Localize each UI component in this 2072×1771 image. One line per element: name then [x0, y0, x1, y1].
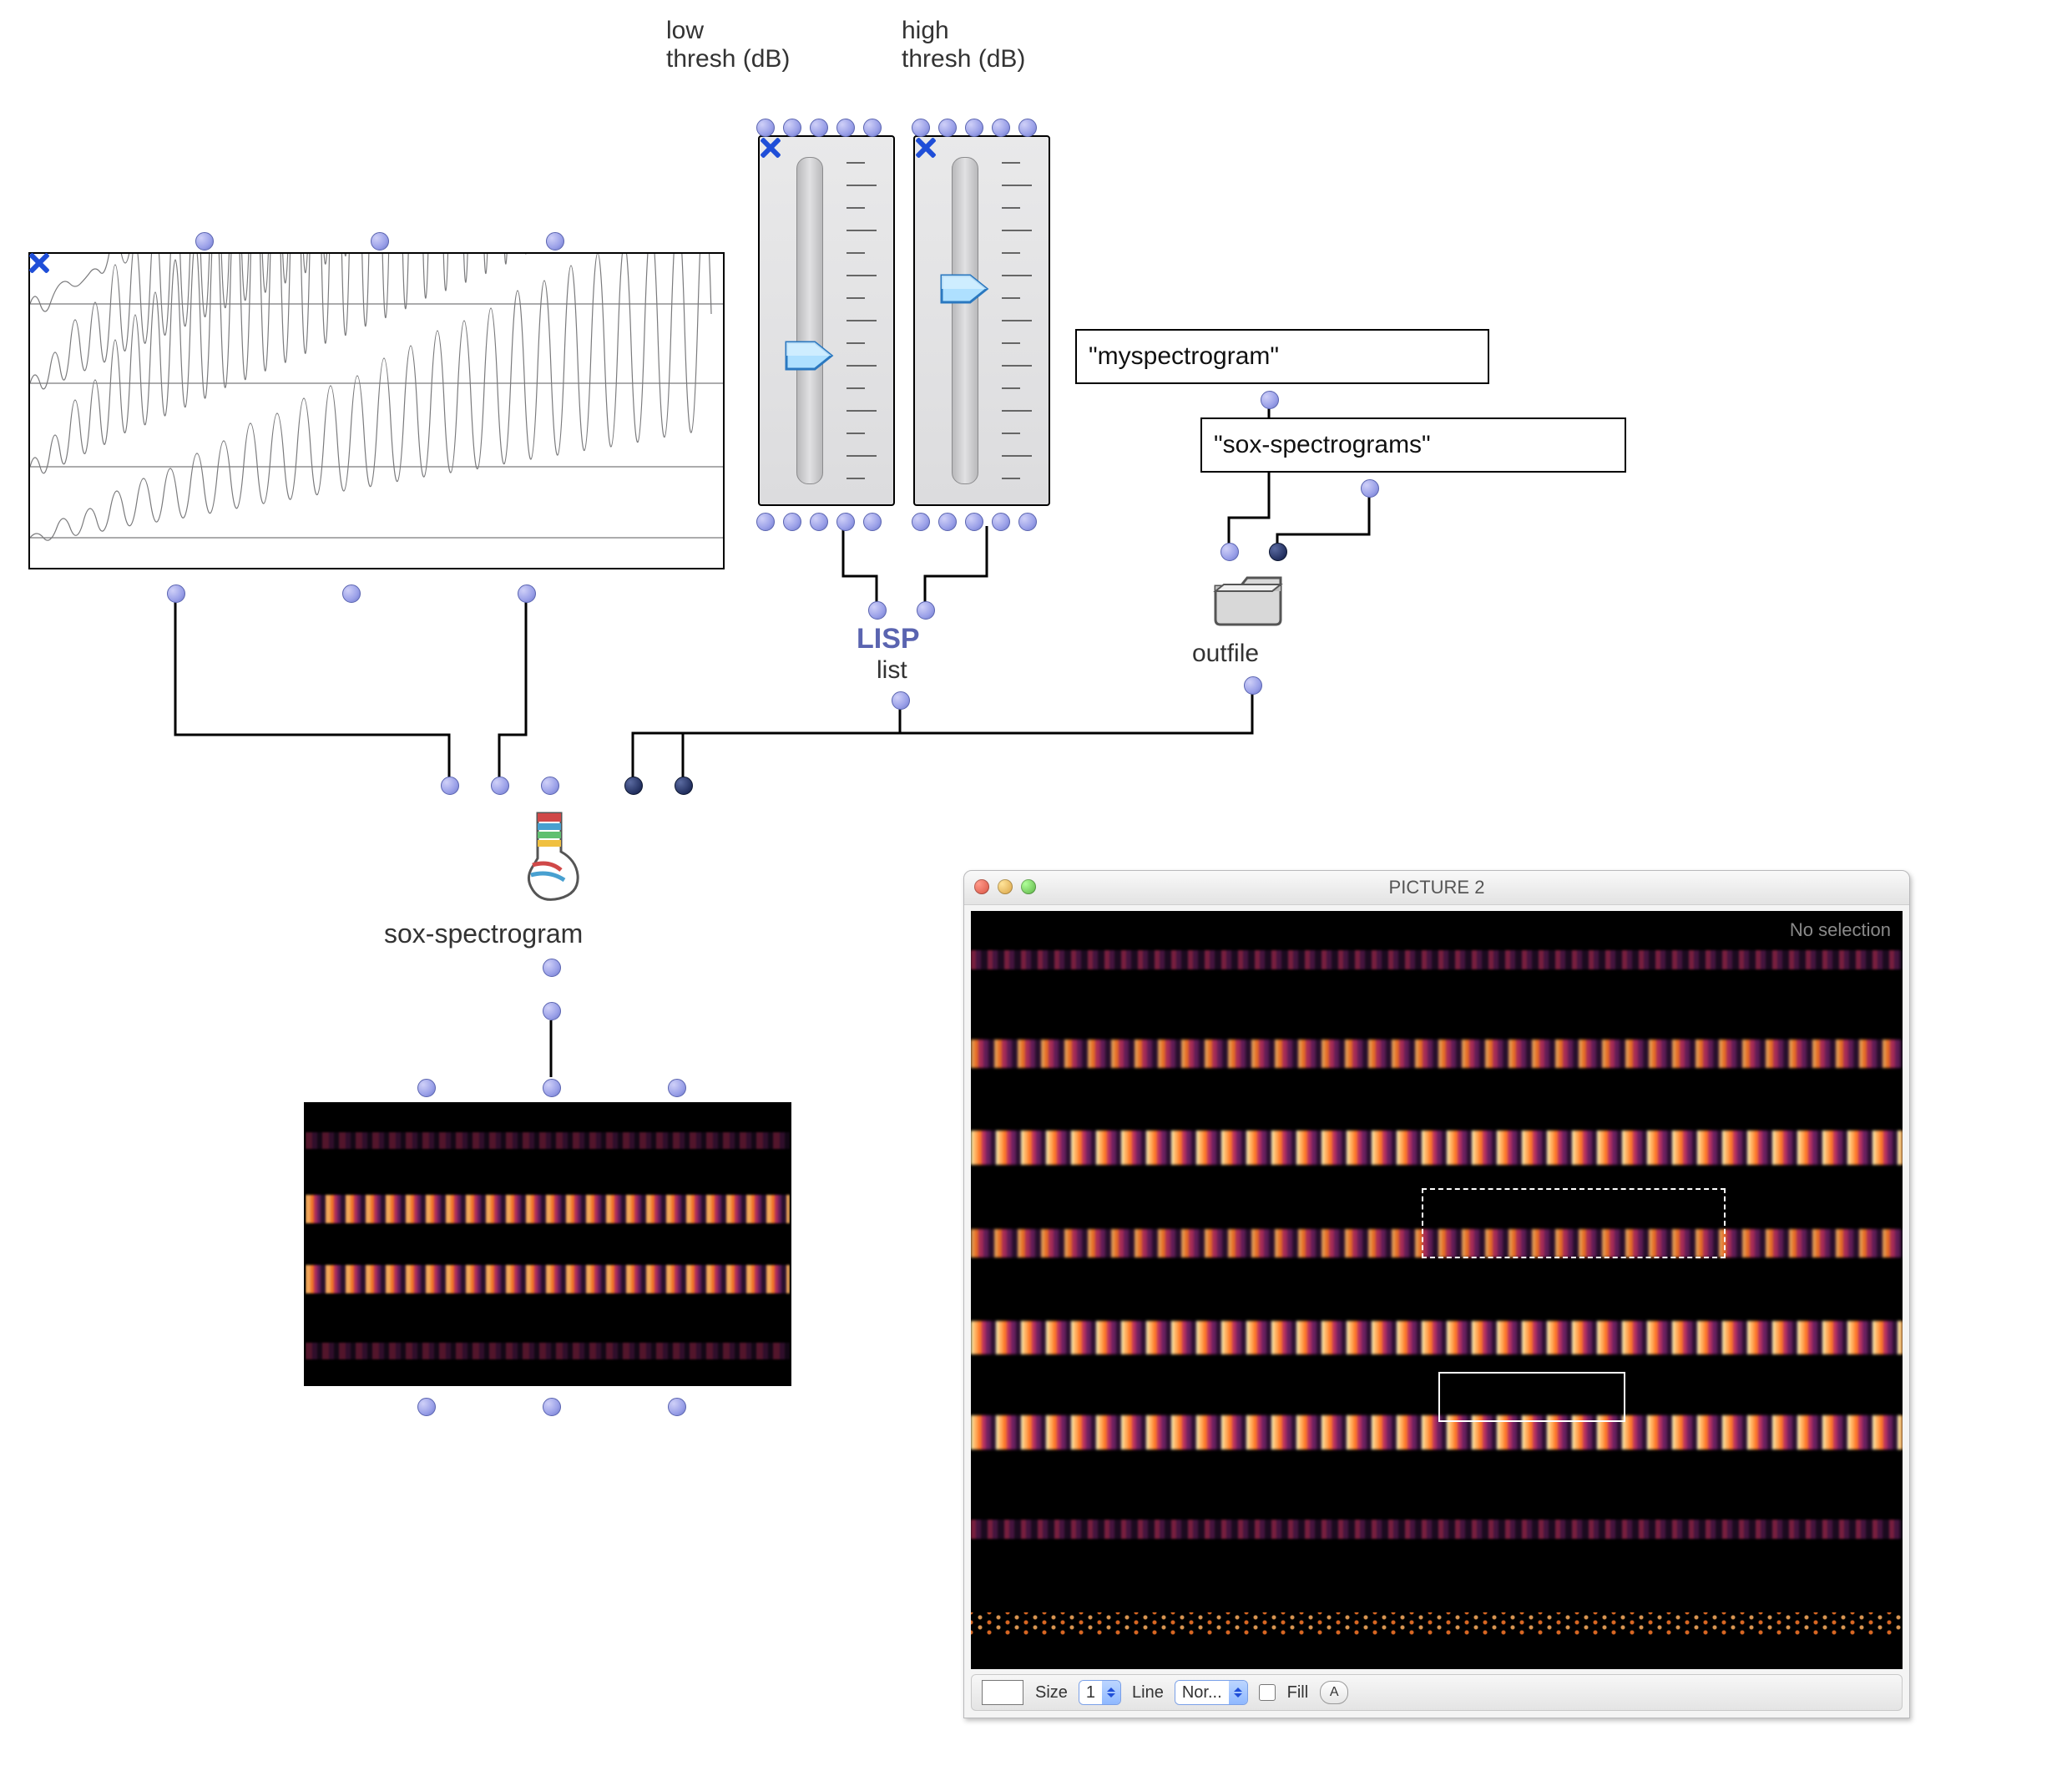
- inlet-port[interactable]: [868, 601, 887, 620]
- fill-label: Fill: [1287, 1683, 1309, 1703]
- window-title: PICTURE 2: [1389, 877, 1485, 898]
- inlet-port[interactable]: [546, 232, 564, 250]
- inlet-port[interactable]: [675, 777, 693, 795]
- picture-canvas[interactable]: No selection: [971, 911, 1903, 1669]
- color-swatch[interactable]: [982, 1680, 1023, 1705]
- a-button[interactable]: A: [1320, 1681, 1348, 1704]
- outlet-port[interactable]: [1361, 479, 1379, 498]
- solid-selection[interactable]: [1438, 1372, 1625, 1422]
- inlet-port[interactable]: [938, 119, 957, 137]
- string-value: "sox-spectrograms": [1214, 431, 1431, 459]
- close-window-button[interactable]: [974, 879, 989, 894]
- sox-icon[interactable]: [514, 810, 581, 902]
- sox-spectrogram-label: sox-spectrogram: [384, 918, 583, 949]
- high-thresh-slider[interactable]: [913, 135, 1050, 506]
- slider-ticks: [1002, 162, 1032, 479]
- outlet-port[interactable]: [342, 584, 361, 603]
- outlet-port[interactable]: [892, 691, 910, 710]
- window-titlebar[interactable]: PICTURE 2: [964, 871, 1909, 905]
- outlet-port[interactable]: [810, 513, 828, 531]
- close-icon[interactable]: [913, 135, 938, 160]
- minimize-window-button[interactable]: [998, 879, 1013, 894]
- fill-checkbox[interactable]: [1259, 1684, 1276, 1701]
- inlet-port[interactable]: [541, 777, 559, 795]
- outlet-port[interactable]: [756, 513, 775, 531]
- line-value: Nor...: [1175, 1681, 1229, 1704]
- inlet-port[interactable]: [1018, 119, 1037, 137]
- waveform-display: [30, 254, 723, 568]
- inlet-port[interactable]: [992, 119, 1010, 137]
- line-label: Line: [1132, 1683, 1164, 1703]
- low-thresh-label: low thresh (dB): [666, 17, 790, 73]
- slider-thumb[interactable]: [785, 337, 835, 374]
- inlet-port[interactable]: [371, 232, 389, 250]
- string-box-myspectrogram[interactable]: "myspectrogram": [1075, 329, 1489, 384]
- outlet-port[interactable]: [836, 513, 855, 531]
- folder-icon[interactable]: [1210, 568, 1286, 628]
- close-icon[interactable]: [758, 135, 783, 160]
- dashed-selection[interactable]: [1422, 1188, 1726, 1258]
- outlet-port[interactable]: [668, 1398, 686, 1416]
- inlet-port[interactable]: [441, 777, 459, 795]
- zoom-window-button[interactable]: [1021, 879, 1036, 894]
- inlet-port[interactable]: [417, 1079, 436, 1097]
- spectrogram-image: [971, 911, 1903, 1669]
- lisp-keyword: LISP: [857, 623, 920, 655]
- inlet-port[interactable]: [836, 119, 855, 137]
- inlet-port[interactable]: [783, 119, 801, 137]
- outlet-port[interactable]: [1018, 513, 1037, 531]
- stepper-buttons[interactable]: [1229, 1681, 1247, 1704]
- high-thresh-label: high thresh (dB): [902, 17, 1025, 73]
- traffic-lights[interactable]: [974, 879, 1036, 894]
- outlet-port[interactable]: [1261, 391, 1279, 409]
- outlet-port[interactable]: [543, 1398, 561, 1416]
- outlet-port[interactable]: [518, 584, 536, 603]
- outlet-port[interactable]: [417, 1398, 436, 1416]
- size-value: 1: [1079, 1681, 1102, 1704]
- outlet-port[interactable]: [863, 513, 882, 531]
- list-label: list: [877, 656, 907, 685]
- outlet-port[interactable]: [167, 584, 185, 603]
- outfile-label: outfile: [1192, 640, 1259, 668]
- inlet-port[interactable]: [543, 1079, 561, 1097]
- spectrogram-preview[interactable]: [304, 1102, 791, 1386]
- outlet-port[interactable]: [938, 513, 957, 531]
- slider-thumb[interactable]: [940, 271, 990, 307]
- inlet-port[interactable]: [810, 119, 828, 137]
- slider-ticks: [846, 162, 877, 479]
- outlet-port[interactable]: [965, 513, 983, 531]
- inlet-port[interactable]: [1269, 543, 1287, 561]
- inlet-port[interactable]: [195, 232, 214, 250]
- inlet-port[interactable]: [965, 119, 983, 137]
- waveform-box[interactable]: [28, 252, 725, 569]
- stepper-buttons[interactable]: [1102, 1681, 1120, 1704]
- outlet-port[interactable]: [992, 513, 1010, 531]
- inlet-port[interactable]: [863, 119, 882, 137]
- inlet-port[interactable]: [917, 601, 935, 620]
- inlet-port[interactable]: [668, 1079, 686, 1097]
- inlet-port[interactable]: [491, 777, 509, 795]
- outlet-port[interactable]: [912, 513, 930, 531]
- size-combo[interactable]: 1: [1079, 1681, 1120, 1704]
- string-box-sox-spectrograms[interactable]: "sox-spectrograms": [1200, 417, 1626, 473]
- inlet-port[interactable]: [912, 119, 930, 137]
- size-label: Size: [1035, 1683, 1068, 1703]
- outlet-port[interactable]: [543, 959, 561, 977]
- line-combo[interactable]: Nor...: [1175, 1681, 1247, 1704]
- inlet-port[interactable]: [756, 119, 775, 137]
- picture-window[interactable]: PICTURE 2 No selection Size 1: [963, 870, 1910, 1718]
- a-button-label: A: [1330, 1685, 1339, 1700]
- inlet-port[interactable]: [1220, 543, 1239, 561]
- outlet-port[interactable]: [783, 513, 801, 531]
- string-value: "myspectrogram": [1089, 342, 1279, 371]
- outlet-port[interactable]: [543, 1002, 561, 1020]
- picture-toolbar: Size 1 Line Nor... Fill A: [971, 1674, 1903, 1711]
- slider-track[interactable]: [952, 157, 978, 484]
- outlet-port[interactable]: [1244, 676, 1262, 695]
- slider-track[interactable]: [796, 157, 823, 484]
- low-thresh-slider[interactable]: [758, 135, 895, 506]
- inlet-port[interactable]: [624, 777, 643, 795]
